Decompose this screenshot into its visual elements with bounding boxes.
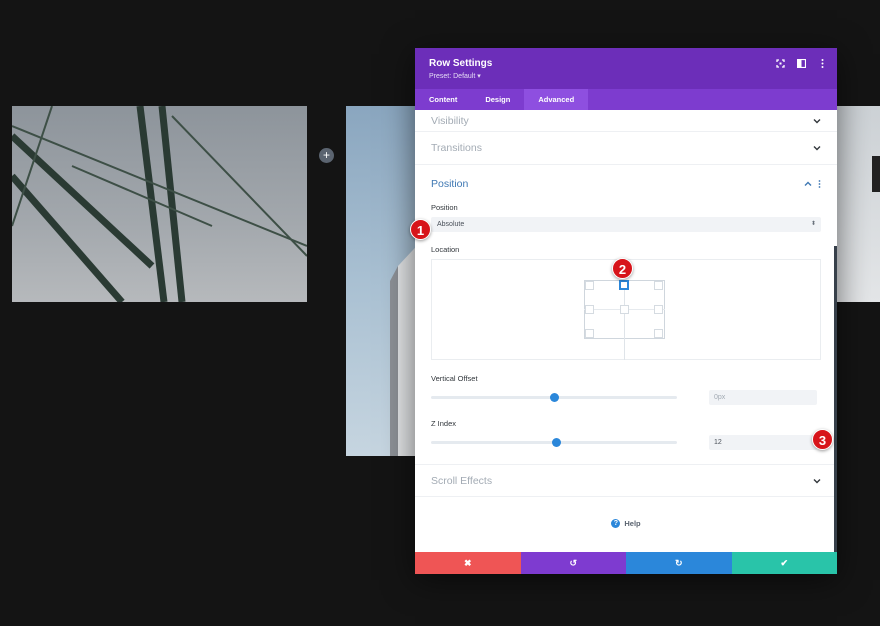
bridge-photo bbox=[12, 106, 307, 302]
row-settings-modal: Row Settings Preset: Default ▾ Content D… bbox=[415, 48, 837, 574]
select-arrows-icon: ⬍ bbox=[810, 221, 816, 227]
position-label: Position bbox=[431, 203, 458, 212]
location-bottom-right[interactable] bbox=[654, 329, 663, 338]
vertical-offset-input[interactable]: 0px bbox=[709, 390, 817, 405]
redo-button[interactable]: ↻ bbox=[626, 552, 732, 574]
building-photo-right bbox=[836, 106, 880, 302]
undo-button[interactable]: ↺ bbox=[520, 552, 626, 574]
vertical-offset-slider[interactable] bbox=[431, 393, 677, 402]
modal-header[interactable]: Row Settings Preset: Default ▾ bbox=[415, 48, 837, 89]
scrollbar[interactable] bbox=[834, 246, 837, 552]
z-index-label: Z Index bbox=[431, 419, 457, 428]
location-top-right[interactable] bbox=[654, 281, 663, 290]
modal-body: Visibility Transitions Position Position… bbox=[415, 110, 837, 552]
section-transitions[interactable]: Transitions bbox=[415, 132, 837, 165]
location-bottom-left[interactable] bbox=[585, 329, 594, 338]
annotation-marker-3: 3 bbox=[812, 429, 833, 450]
more-options-icon[interactable] bbox=[818, 180, 821, 188]
z-index-slider[interactable] bbox=[431, 438, 677, 447]
section-transitions-title: Transitions bbox=[431, 142, 482, 154]
preset-dropdown[interactable]: Preset: Default ▾ bbox=[429, 72, 823, 80]
location-center-right[interactable] bbox=[654, 305, 663, 314]
location-top-left[interactable] bbox=[585, 281, 594, 290]
tab-content[interactable]: Content bbox=[415, 89, 471, 110]
help-icon: ? bbox=[611, 519, 621, 528]
help-label: Help bbox=[624, 519, 641, 528]
position-header-actions bbox=[804, 180, 821, 188]
modal-tabs: Content Design Advanced bbox=[415, 89, 837, 110]
more-options-icon[interactable] bbox=[817, 58, 827, 68]
position-select-value: Absolute bbox=[437, 221, 465, 228]
modal-footer: ✖ ↺ ↻ ✔ bbox=[415, 552, 837, 574]
chevron-down-icon bbox=[813, 118, 821, 123]
cancel-button[interactable]: ✖ bbox=[415, 552, 521, 574]
location-guide-vertical bbox=[624, 280, 625, 360]
chevron-down-icon bbox=[813, 478, 821, 483]
add-section-button[interactable]: + bbox=[319, 148, 334, 163]
annotation-marker-2: 2 bbox=[612, 258, 633, 279]
slider-handle[interactable] bbox=[549, 393, 559, 402]
position-panel: Position Position Absolute ⬍ Location Ve… bbox=[415, 165, 837, 450]
slider-handle[interactable] bbox=[551, 438, 561, 447]
help-link[interactable]: ? Help bbox=[415, 519, 837, 528]
modal-title: Row Settings bbox=[429, 58, 493, 69]
z-index-input[interactable]: 12 bbox=[709, 435, 817, 450]
location-center[interactable] bbox=[620, 305, 629, 314]
location-center-left[interactable] bbox=[585, 305, 594, 314]
chevron-up-icon[interactable] bbox=[804, 180, 812, 188]
tab-design[interactable]: Design bbox=[471, 89, 524, 110]
header-actions bbox=[775, 58, 827, 68]
annotation-marker-1: 1 bbox=[410, 219, 431, 240]
section-visibility[interactable]: Visibility bbox=[415, 110, 837, 132]
section-scroll-effects-title: Scroll Effects bbox=[431, 474, 493, 487]
section-position-title: Position bbox=[431, 178, 469, 190]
building-photo bbox=[346, 106, 426, 456]
vertical-offset-label: Vertical Offset bbox=[431, 374, 478, 383]
chevron-down-icon bbox=[813, 146, 821, 151]
section-scroll-effects[interactable]: Scroll Effects bbox=[415, 464, 837, 497]
position-select[interactable]: Absolute ⬍ bbox=[431, 217, 821, 232]
section-position[interactable]: Position bbox=[431, 165, 821, 203]
fullscreen-icon[interactable] bbox=[775, 58, 785, 68]
section-visibility-title: Visibility bbox=[431, 114, 469, 127]
location-label: Location bbox=[431, 245, 460, 254]
z-index-control: Z Index 12 bbox=[431, 419, 821, 450]
tab-advanced[interactable]: Advanced bbox=[524, 89, 589, 110]
split-view-icon[interactable] bbox=[796, 58, 806, 68]
save-button[interactable]: ✔ bbox=[731, 552, 837, 574]
vertical-offset-control: Vertical Offset 0px bbox=[431, 374, 821, 405]
location-top-center[interactable] bbox=[619, 280, 629, 290]
